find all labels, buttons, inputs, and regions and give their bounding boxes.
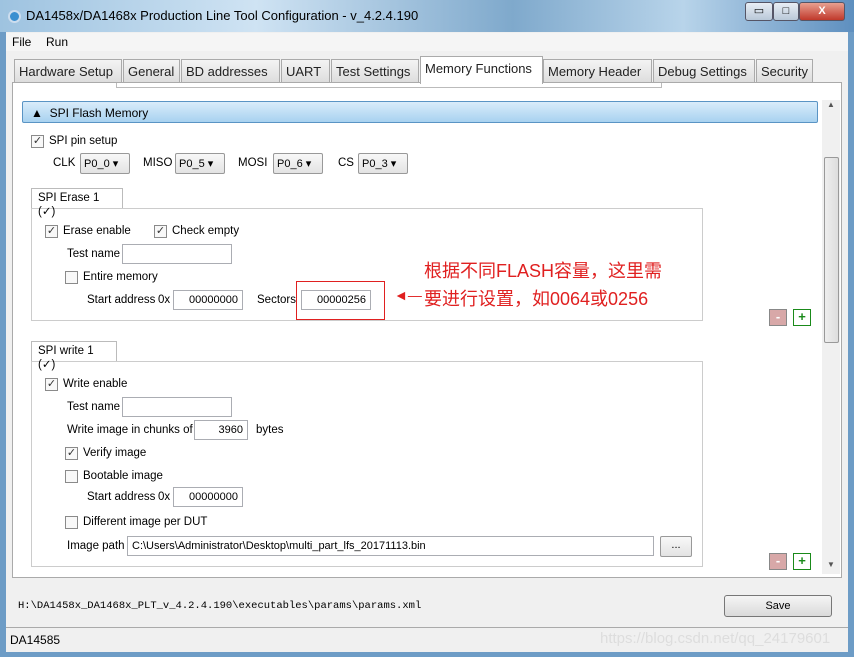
erase-hex-prefix: 0x [158,294,171,306]
minimize-button[interactable]: ▭ [745,2,773,21]
annotation-note: 根据不同FLASH容量，这里需 要进行设置，如0064或0256 [424,257,662,313]
tab-general[interactable]: General [123,59,180,83]
maximize-button[interactable]: □ [773,2,799,21]
annotation-highlight-box [296,281,385,320]
save-button[interactable]: Save [724,595,832,617]
close-button[interactable]: X [799,2,845,21]
verify-image-checkbox[interactable]: ✓ [65,447,78,460]
write-enable-label: Write enable [63,378,128,390]
entire-memory-checkbox[interactable] [65,271,78,284]
remove-erase-button[interactable]: - [769,309,787,326]
app-icon [8,10,21,23]
mosi-select[interactable]: P0_6 ▾ [273,153,323,174]
write-hex-prefix: 0x [158,491,171,503]
spi-flash-memory-header[interactable]: ▲ SPI Flash Memory [22,101,818,123]
write-test-name-label: Test name [67,401,121,413]
different-image-label: Different image per DUT [83,516,208,528]
previous-group-edge [116,83,662,88]
write-test-name-input[interactable] [122,397,232,417]
annotation-arrow-icon: ◄— [394,287,422,303]
scroll-down-icon[interactable]: ▼ [827,560,835,569]
chunks-label: Write image in chunks of [67,424,193,436]
chunks-input[interactable]: 3960 [194,420,248,440]
scroll-up-icon[interactable]: ▲ [827,100,835,109]
erase-test-name-input[interactable] [122,244,232,264]
miso-label: MISO [143,157,173,169]
collapse-arrow-icon: ▲ [31,106,43,120]
tab-memory-header[interactable]: Memory Header [543,59,652,83]
mosi-value: P0_6 [277,158,303,170]
write-start-address-input[interactable]: 00000000 [173,487,243,507]
write-start-address-label: Start address [87,491,156,503]
menu-file[interactable]: File [12,35,31,49]
clk-select[interactable]: P0_0 ▾ [80,153,130,174]
entire-memory-label: Entire memory [83,271,158,283]
check-empty-label: Check empty [172,225,240,237]
check-empty-checkbox[interactable]: ✓ [154,225,167,238]
sectors-label: Sectors [257,294,296,306]
cs-select[interactable]: P0_3 ▾ [358,153,408,174]
watermark: https://blog.csdn.net/qq_24179601 [600,630,831,647]
remove-write-button[interactable]: - [769,553,787,570]
tab-hardware-setup[interactable]: Hardware Setup [14,59,122,83]
tab-memory-functions[interactable]: Memory Functions [420,56,543,84]
scrollbar-thumb[interactable] [824,157,839,343]
add-erase-button[interactable]: + [793,309,811,326]
params-file-path: H:\DA1458x_DA1468x_PLT_v_4.2.4.190\execu… [18,600,422,612]
miso-value: P0_5 [179,158,205,170]
browse-button[interactable]: ... [660,536,692,557]
clk-label: CLK [53,157,76,169]
erase-start-address-input[interactable]: 00000000 [173,290,243,310]
tab-security[interactable]: Security [756,59,813,83]
mosi-label: MOSI [238,157,268,169]
erase-enable-label: Erase enable [63,225,131,237]
miso-select[interactable]: P0_5 ▾ [175,153,225,174]
annotation-line-2: 要进行设置，如0064或0256 [424,289,649,309]
bootable-image-checkbox[interactable] [65,470,78,483]
erase-enable-checkbox[interactable]: ✓ [45,225,58,238]
spi-pin-setup-label: SPI pin setup [49,135,118,147]
verify-image-label: Verify image [83,447,147,459]
annotation-line-1: 根据不同FLASH容量，这里需 [424,261,663,281]
clk-value: P0_0 [84,158,110,170]
spi-erase-tab[interactable]: SPI Erase 1 (✓) [31,188,123,218]
erase-start-address-label: Start address [87,294,156,306]
device-status: DA14585 [10,633,61,647]
tab-test-settings[interactable]: Test Settings [331,59,419,83]
cs-value: P0_3 [362,158,388,170]
section-title: SPI Flash Memory [49,106,149,120]
spi-write-tab[interactable]: SPI write 1 (✓) [31,341,117,371]
image-path-input[interactable]: C:\Users\Administrator\Desktop\multi_par… [127,536,654,556]
spi-pin-setup-checkbox[interactable]: ✓ [31,135,44,148]
image-path-label: Image path [67,540,125,552]
different-image-checkbox[interactable] [65,516,78,529]
erase-test-name-label: Test name [67,248,121,260]
window-title: DA1458x/DA1468x Production Line Tool Con… [26,8,419,23]
menu-bar [6,33,848,51]
tab-bd-addresses[interactable]: BD addresses [181,59,280,83]
bootable-image-label: Bootable image [83,470,163,482]
add-write-button[interactable]: + [793,553,811,570]
tab-debug-settings[interactable]: Debug Settings [653,59,755,83]
bytes-label: bytes [256,424,284,436]
tab-uart[interactable]: UART [281,59,330,83]
cs-label: CS [338,157,354,169]
menu-run[interactable]: Run [46,35,68,49]
write-enable-checkbox[interactable]: ✓ [45,378,58,391]
